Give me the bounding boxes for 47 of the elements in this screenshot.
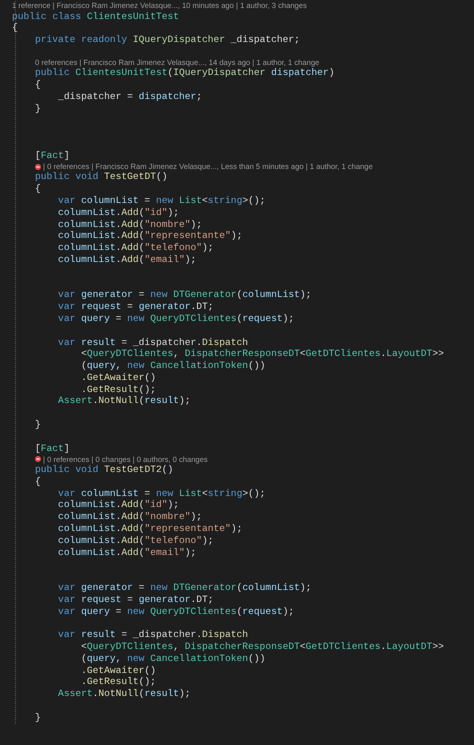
code-line: } <box>34 102 41 114</box>
code-line: columnList.Add("representante"); <box>57 230 242 242</box>
code-line: columnList.Add("telefono"); <box>57 242 214 254</box>
code-line: columnList.Add("email"); <box>57 546 196 558</box>
code-line: public class ClientesUnitTest <box>12 10 179 22</box>
code-line: columnList.Add("representante"); <box>57 523 242 534</box>
code-line: columnList.Add("nombre"); <box>57 218 202 230</box>
test-failed-icon[interactable] <box>35 164 42 170</box>
code-line: var generator = new DTGenerator(columnList); <box>57 582 312 594</box>
code-line: var request = generator.DT; <box>57 594 214 605</box>
code-line: [Fact] <box>34 150 70 161</box>
code-line: columnList.Add("id"); <box>57 206 179 218</box>
code-line: } <box>34 712 41 723</box>
code-line: <QueryDTClientes, DispatcherResponseDT<GetDTClientes.LayoutDT>> <box>80 641 444 652</box>
code-line: var generator = new DTGenerator(columnList); <box>57 289 312 300</box>
code-line: Assert.NotNull(result); <box>57 395 191 406</box>
code-line: columnList.Add("nombre"); <box>57 511 202 522</box>
code-line: var request = generator.DT; <box>57 301 214 312</box>
code-line: columnList.Add("email"); <box>57 254 196 265</box>
code-line: .GetResult(); <box>80 384 156 395</box>
code-line: (query, new CancellationToken()) <box>80 652 266 664</box>
code-line: (query, new CancellationToken()) <box>80 360 266 372</box>
code-line: var query = new QueryDTClientes(request); <box>57 312 294 324</box>
code-line: { <box>12 22 18 34</box>
code-line: var columnList = new List<string>(); <box>57 488 266 499</box>
code-line: var query = new QueryDTClientes(request); <box>57 606 294 617</box>
code-line: <QueryDTClientes, DispatcherResponseDT<GetDTClientes.LayoutDT>> <box>80 348 444 360</box>
code-line: var result = _dispatcher.Dispatch <box>57 336 248 348</box>
code-line: _dispatcher = dispatcher; <box>57 90 202 102</box>
code-line: var columnList = new List<string>(); <box>57 194 266 206</box>
code-line: .GetResult(); <box>80 676 156 688</box>
code-line: { <box>34 476 41 487</box>
code-line: private readonly IQueryDispatcher _dispatcher; <box>34 34 300 46</box>
code-line: var result = _dispatcher.Dispatch <box>57 629 248 640</box>
code-line: columnList.Add("id"); <box>57 499 179 510</box>
code-line: { <box>34 79 41 90</box>
code-line: columnList.Add("telefono"); <box>57 534 214 546</box>
test-failed-icon[interactable] <box>35 456 42 462</box>
code-line: public void TestGetDT2() <box>34 464 174 476</box>
code-line: [Fact] <box>34 442 70 454</box>
code-line: { <box>34 183 41 194</box>
code-line: Assert.NotNull(result); <box>57 688 191 700</box>
code-line: .GetAwaiter() <box>80 372 156 383</box>
code-line: public ClientesUnitTest(IQueryDispatcher dispatcher) <box>34 67 334 78</box>
code-line: public void TestGetDT() <box>34 171 168 182</box>
code-line: } <box>34 419 41 430</box>
code-line: .GetAwaiter() <box>80 664 156 676</box>
